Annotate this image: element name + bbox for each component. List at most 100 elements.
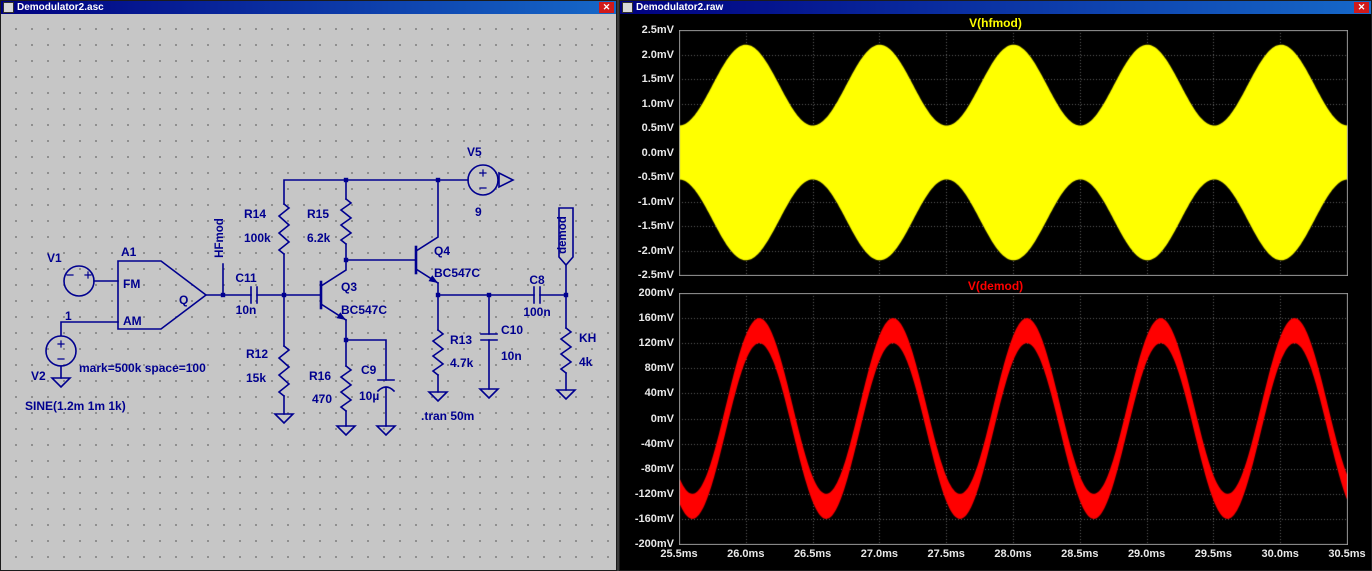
schematic-text[interactable]: 10n bbox=[501, 349, 522, 363]
x-axis-tick: 27.0ms bbox=[852, 548, 906, 560]
schematic-text[interactable]: 100n bbox=[523, 305, 550, 319]
trace-label-hfmod[interactable]: V(hfmod) bbox=[620, 16, 1371, 30]
x-axis-tick: 29.0ms bbox=[1120, 548, 1174, 560]
x-axis-tick: 28.0ms bbox=[986, 548, 1040, 560]
app-icon bbox=[3, 2, 14, 13]
close-icon[interactable]: ✕ bbox=[599, 2, 614, 13]
y-axis-tick: 160mV bbox=[620, 312, 674, 324]
schematic-text[interactable]: FM bbox=[123, 277, 140, 291]
schematic-editor[interactable]: V1 1 A1 FM AM Q V2 SINE(1.2m 1m 1k) mark=500k sp… bbox=[1, 14, 616, 570]
y-axis-tick: -40mV bbox=[620, 438, 674, 450]
y-axis-tick: -80mV bbox=[620, 463, 674, 475]
resistor-r13[interactable] bbox=[433, 330, 443, 375]
y-axis-tick: 2.0mV bbox=[620, 49, 674, 61]
voltage-source-v1[interactable] bbox=[64, 266, 94, 296]
waveform-viewer[interactable]: V(hfmod) V(demod) 2.5mV 2.0mV 1.5mV 1.0mV 0.… bbox=[620, 14, 1371, 570]
schematic-titlebar[interactable]: Demodulator2.asc ✕ bbox=[1, 1, 616, 14]
resistor-r12[interactable] bbox=[279, 346, 289, 396]
schematic-text[interactable]: R16 bbox=[309, 369, 331, 383]
schematic-text[interactable]: 6.2k bbox=[307, 231, 331, 245]
y-axis-tick: 2.5mV bbox=[620, 24, 674, 36]
waveform-window: Demodulator2.raw ✕ V(hfmod) V(demod) 2.5… bbox=[619, 0, 1372, 571]
voltage-source-v5[interactable] bbox=[468, 165, 513, 195]
schematic-text[interactable]: mark=500k space=100 bbox=[79, 361, 206, 375]
schematic-text[interactable]: 4k bbox=[579, 355, 593, 369]
capacitor-c8[interactable] bbox=[534, 287, 540, 303]
waveform-window-title: Demodulator2.raw bbox=[636, 1, 1351, 14]
schematic-text[interactable]: .tran 50m bbox=[421, 409, 474, 423]
schematic-text[interactable]: V1 bbox=[47, 251, 62, 265]
schematic-text[interactable]: 100k bbox=[244, 231, 271, 245]
schematic-window: Demodulator2.asc ✕ bbox=[0, 0, 617, 571]
schematic-text[interactable]: Q bbox=[179, 293, 188, 307]
y-axis-tick: -160mV bbox=[620, 513, 674, 525]
schematic-text[interactable]: V5 bbox=[467, 145, 482, 159]
x-axis-tick: 30.5ms bbox=[1320, 548, 1372, 560]
app-icon bbox=[622, 2, 633, 13]
schematic-text[interactable]: R14 bbox=[244, 207, 266, 221]
schematic-text[interactable]: C10 bbox=[501, 323, 523, 337]
ground-symbols[interactable] bbox=[52, 378, 575, 435]
schematic-text[interactable]: HFmod bbox=[214, 218, 226, 258]
schematic-text[interactable]: A1 bbox=[121, 245, 137, 259]
y-axis-tick: 0mV bbox=[620, 413, 674, 425]
schematic-text[interactable]: 10n bbox=[236, 303, 257, 317]
ltspice-desktop: Demodulator2.asc ✕ bbox=[0, 0, 1372, 571]
schematic-text[interactable]: Q3 bbox=[341, 280, 357, 294]
y-axis-tick: 1.5mV bbox=[620, 73, 674, 85]
schematic-text[interactable]: AM bbox=[123, 314, 142, 328]
resistor-kh[interactable] bbox=[561, 328, 571, 373]
y-axis-tick: 0.5mV bbox=[620, 122, 674, 134]
trace-label-demod[interactable]: V(demod) bbox=[620, 279, 1371, 293]
schematic-text[interactable]: R12 bbox=[246, 347, 268, 361]
schematic-text[interactable]: 470 bbox=[312, 392, 332, 406]
schematic-text[interactable]: KH bbox=[579, 331, 596, 345]
schematic-text[interactable]: 1 bbox=[65, 309, 72, 323]
schematic-text[interactable]: demod bbox=[557, 216, 569, 254]
y-axis-tick: 200mV bbox=[620, 287, 674, 299]
schematic-text[interactable]: 4.7k bbox=[450, 356, 474, 370]
resistor-r14[interactable] bbox=[279, 204, 289, 254]
close-icon[interactable]: ✕ bbox=[1354, 2, 1369, 13]
schematic-text[interactable]: 15k bbox=[246, 371, 266, 385]
y-axis-tick: 1.0mV bbox=[620, 98, 674, 110]
schematic-text[interactable]: BC547C bbox=[434, 266, 480, 280]
schematic-text[interactable]: C11 bbox=[235, 271, 257, 285]
y-axis-tick: 0.0mV bbox=[620, 147, 674, 159]
y-axis-tick: -2.0mV bbox=[620, 245, 674, 257]
x-axis-tick: 26.5ms bbox=[786, 548, 840, 560]
voltage-source-v2[interactable] bbox=[46, 336, 76, 366]
y-axis-tick: 40mV bbox=[620, 387, 674, 399]
schematic-text[interactable]: BC547C bbox=[341, 303, 387, 317]
resistor-r16[interactable] bbox=[341, 366, 351, 411]
y-axis-tick: -2.5mV bbox=[620, 269, 674, 281]
waveform-plot-demod[interactable] bbox=[679, 293, 1348, 545]
x-axis-tick: 26.0ms bbox=[719, 548, 773, 560]
schematic-text[interactable]: 9 bbox=[475, 205, 482, 219]
schematic-text[interactable]: SINE(1.2m 1m 1k) bbox=[25, 399, 126, 413]
schematic-text[interactable]: Q4 bbox=[434, 244, 450, 258]
waveform-titlebar[interactable]: Demodulator2.raw ✕ bbox=[620, 1, 1371, 14]
x-axis-tick: 30.0ms bbox=[1253, 548, 1307, 560]
resistor-r15[interactable] bbox=[341, 199, 351, 244]
schematic-text[interactable]: R15 bbox=[307, 207, 329, 221]
schematic-text[interactable]: C8 bbox=[529, 273, 545, 287]
y-axis-tick: -1.5mV bbox=[620, 220, 674, 232]
x-axis-tick: 25.5ms bbox=[652, 548, 706, 560]
y-axis-tick: -0.5mV bbox=[620, 171, 674, 183]
schematic-text[interactable]: V2 bbox=[31, 369, 46, 383]
schematic-window-title: Demodulator2.asc bbox=[17, 1, 596, 14]
y-axis-tick: -120mV bbox=[620, 488, 674, 500]
y-axis-tick: 80mV bbox=[620, 362, 674, 374]
output-arrow-icon bbox=[499, 173, 513, 187]
schematic-text[interactable]: 10µ bbox=[359, 389, 379, 403]
y-axis-tick: -1.0mV bbox=[620, 196, 674, 208]
schematic-text[interactable]: C9 bbox=[361, 363, 377, 377]
x-axis-tick: 28.5ms bbox=[1053, 548, 1107, 560]
x-axis-tick: 29.5ms bbox=[1186, 548, 1240, 560]
waveform-plot-hfmod[interactable] bbox=[679, 30, 1348, 276]
capacitor-c11[interactable] bbox=[251, 287, 257, 303]
y-axis-tick: 120mV bbox=[620, 337, 674, 349]
capacitor-c10[interactable] bbox=[481, 334, 497, 340]
schematic-text[interactable]: R13 bbox=[450, 333, 472, 347]
